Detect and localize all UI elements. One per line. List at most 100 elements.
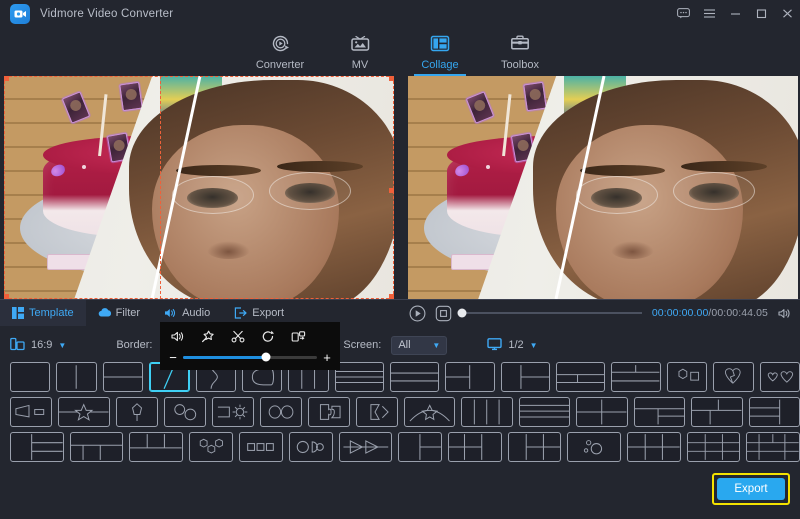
template-three-top-one-bottom[interactable] xyxy=(129,432,183,462)
minimize-icon[interactable] xyxy=(722,0,748,27)
zoom-out-button[interactable]: − xyxy=(169,350,177,365)
template-top-split-bottom-wide[interactable] xyxy=(556,362,606,392)
template-circle-pair[interactable] xyxy=(288,432,333,462)
clip-zoom-knob[interactable] xyxy=(261,352,271,362)
template-bubbles[interactable] xyxy=(567,432,622,462)
selection-split-guide[interactable] xyxy=(160,76,161,299)
magic-wand-icon[interactable] xyxy=(201,330,216,343)
mv-icon xyxy=(349,31,371,55)
screen-control: Screen: All ▼ xyxy=(343,335,448,355)
nav-tab-toolbox[interactable]: Toolbox xyxy=(480,27,560,76)
aspect-ratio-chevron-down-icon[interactable]: ▼ xyxy=(58,341,66,350)
tab-filter[interactable]: Filter xyxy=(86,300,152,326)
rotate-icon[interactable] xyxy=(261,330,276,343)
app-logo xyxy=(10,3,30,24)
template-six-grid-left[interactable] xyxy=(448,432,502,462)
main-nav-tabs: Converter MV Collage Toolbox xyxy=(0,27,800,76)
menu-icon[interactable] xyxy=(696,0,722,27)
template-hexagon-square[interactable] xyxy=(666,362,708,392)
window-controls xyxy=(670,0,800,27)
tab-template[interactable]: Template xyxy=(0,300,86,326)
export-button[interactable]: Export xyxy=(717,478,785,500)
template-top-wide-bottom-split[interactable] xyxy=(611,362,661,392)
collage-result-preview[interactable] xyxy=(408,76,798,299)
zoom-in-button[interactable]: + xyxy=(323,350,331,365)
playback-progress-slider[interactable] xyxy=(457,308,642,318)
maximize-icon[interactable] xyxy=(748,0,774,27)
template-two-circles[interactable] xyxy=(163,397,206,427)
app-window: Vidmore Video Converter Converter MV Col… xyxy=(0,0,800,519)
template-icon xyxy=(12,307,24,319)
nav-tab-mv[interactable]: MV xyxy=(320,27,400,76)
page-control[interactable]: 1/2 ▼ xyxy=(487,337,538,354)
crop-replace-icon[interactable] xyxy=(291,330,306,343)
collage-canvas xyxy=(4,76,394,299)
face xyxy=(152,125,340,299)
nav-tab-converter[interactable]: Converter xyxy=(240,27,320,76)
page-chevron-down-icon[interactable]: ▼ xyxy=(530,341,538,350)
template-six-grid-mixed[interactable] xyxy=(507,432,562,462)
template-grid-offset-left[interactable] xyxy=(633,397,686,427)
template-grid-offset-mix[interactable] xyxy=(691,397,743,427)
tab-filter-label: Filter xyxy=(115,307,141,319)
clip-zoom-fill xyxy=(183,355,267,359)
template-three-rows-thin[interactable] xyxy=(334,362,384,392)
volume-icon[interactable] xyxy=(171,330,186,343)
nav-tab-collage[interactable]: Collage xyxy=(400,27,480,76)
template-puzzle-pieces[interactable] xyxy=(307,397,350,427)
template-split-stack[interactable] xyxy=(398,432,443,462)
template-broken-heart[interactable] xyxy=(713,362,754,392)
template-six-grid[interactable] xyxy=(627,432,681,462)
template-two-horizontal[interactable] xyxy=(102,362,144,392)
collage-edit-preview[interactable] xyxy=(4,76,394,299)
template-megaphone[interactable] xyxy=(10,397,53,427)
template-four-columns[interactable] xyxy=(461,397,513,427)
play-button[interactable] xyxy=(408,304,426,322)
audio-icon xyxy=(165,309,176,317)
monitor-icon xyxy=(487,337,503,354)
template-nine-grid[interactable] xyxy=(686,432,741,462)
template-nine-grid-wide[interactable] xyxy=(746,432,800,462)
aspect-ratio-icon xyxy=(10,337,25,354)
template-grid xyxy=(0,362,800,467)
options-row: 16:9 ▼ Border: ▼ Screen: All ▼ xyxy=(0,332,800,358)
player-volume-icon[interactable] xyxy=(776,304,794,322)
tab-audio-label: Audio xyxy=(182,307,211,319)
template-grid-left-stack[interactable] xyxy=(748,397,800,427)
template-cross-arrow[interactable] xyxy=(355,397,398,427)
template-four-grid[interactable] xyxy=(576,397,628,427)
nose xyxy=(206,241,250,259)
template-three-rows[interactable] xyxy=(389,362,440,392)
result-canvas xyxy=(408,76,798,299)
template-flag-sun[interactable] xyxy=(211,397,254,427)
nav-tab-toolbox-label: Toolbox xyxy=(501,59,539,71)
template-pentagon-shield[interactable] xyxy=(115,397,158,427)
template-top-wide-three-bottom[interactable] xyxy=(69,432,124,462)
template-left-split-right-split[interactable] xyxy=(500,362,551,392)
template-two-vertical[interactable] xyxy=(56,362,97,392)
nav-tab-collage-label: Collage xyxy=(421,59,459,71)
border-label: Border: xyxy=(116,339,153,351)
template-left-big-right-split[interactable] xyxy=(445,362,495,392)
template-arch-star[interactable] xyxy=(403,397,456,427)
stop-button[interactable] xyxy=(434,304,452,322)
screen-dropdown[interactable]: All ▼ xyxy=(391,335,448,355)
feedback-icon[interactable] xyxy=(670,0,696,27)
template-left-pane-two-rows[interactable] xyxy=(10,432,64,462)
screen-label: Screen: xyxy=(343,339,382,351)
template-three-hexagons[interactable] xyxy=(188,432,233,462)
nav-tab-mv-label: MV xyxy=(351,59,369,71)
toolbox-icon xyxy=(509,31,531,55)
close-icon[interactable] xyxy=(774,0,800,27)
template-two-ovals[interactable] xyxy=(259,397,302,427)
template-two-hearts[interactable] xyxy=(759,362,800,392)
template-four-rows[interactable] xyxy=(518,397,571,427)
aspect-ratio-control[interactable]: 16:9 ▼ xyxy=(10,337,66,354)
template-star-banner[interactable] xyxy=(58,397,110,427)
template-three-squares[interactable] xyxy=(238,432,283,462)
template-single-full[interactable] xyxy=(10,362,51,392)
template-arrow-strip[interactable] xyxy=(338,432,393,462)
playback-knob[interactable] xyxy=(457,308,467,318)
clip-zoom-slider[interactable] xyxy=(183,352,317,362)
trim-scissors-icon[interactable] xyxy=(231,330,246,343)
